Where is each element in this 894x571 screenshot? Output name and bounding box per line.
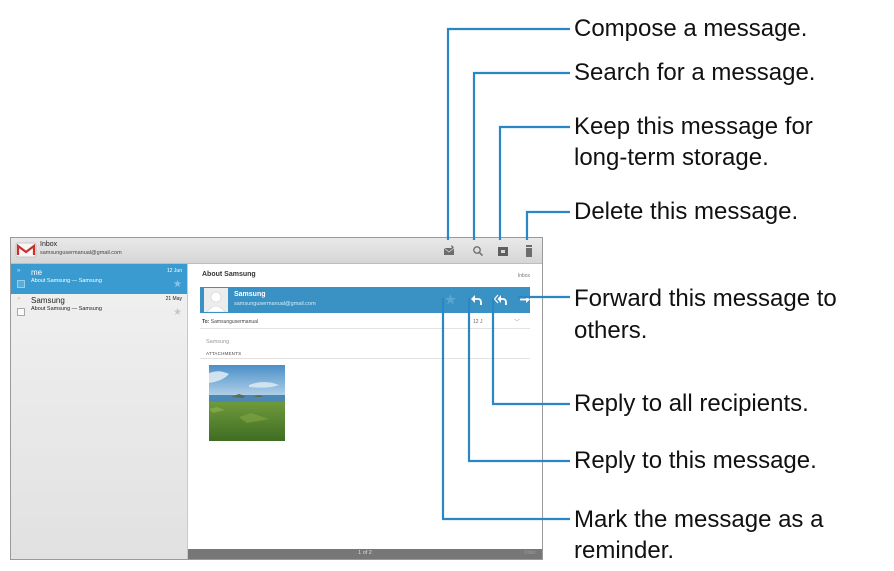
- archive-leader-line: [498, 125, 570, 240]
- callout-forward-line2: others.: [574, 317, 648, 344]
- reply-leader-line: [467, 298, 570, 463]
- callout-reply: Reply to this message.: [574, 447, 817, 474]
- reminder-leader-line: [441, 298, 570, 521]
- callout-reply-all: Reply to all recipients.: [574, 390, 809, 417]
- delete-leader-line: [525, 210, 570, 240]
- reply-all-leader-line: [491, 298, 570, 406]
- callout-reminder-line2: reminder.: [574, 537, 675, 564]
- search-leader-line: [472, 71, 570, 240]
- callout-archive-line2: long-term storage.: [574, 144, 769, 171]
- callout-search: Search for a message.: [574, 59, 816, 86]
- callout-archive-line1: Keep this message for: [574, 113, 813, 140]
- callout-forward-line1: Forward this message to: [574, 285, 837, 312]
- callout-compose: Compose a message.: [574, 15, 808, 42]
- compose-leader-line: [446, 27, 570, 240]
- callout-reminder-line1: Mark the message as a: [574, 506, 824, 533]
- callout-delete: Delete this message.: [574, 198, 799, 225]
